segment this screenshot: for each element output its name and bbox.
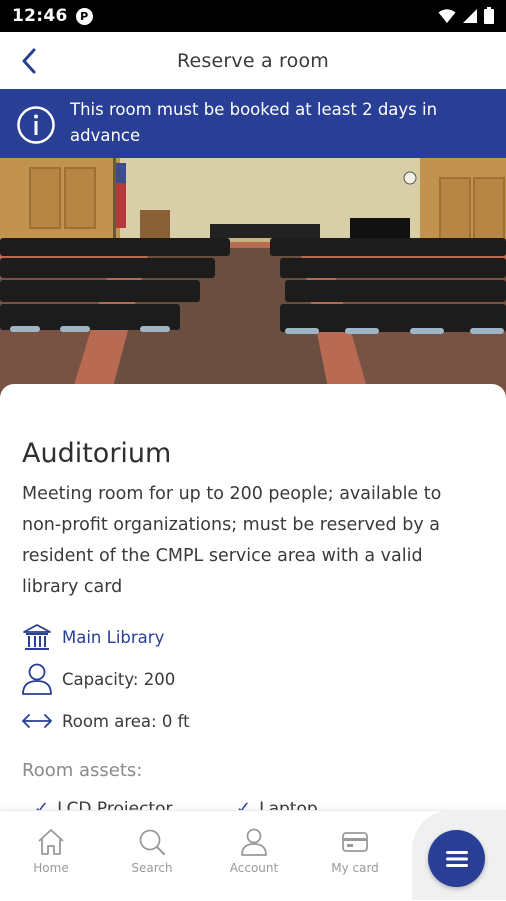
status-time: 12:46 [12,6,68,26]
nav-home-label: Home [33,861,69,875]
auditorium-photo [0,158,506,398]
room-description: Meeting room for up to 200 people; avail… [22,484,442,597]
capacity-text: Capacity: 200 [62,669,176,689]
status-icons [438,7,494,24]
nav-account-label: Account [229,861,279,875]
nav-search[interactable]: Search [112,827,192,875]
search-icon [139,829,165,855]
nav-home[interactable]: Home [11,827,91,875]
cell-signal-icon [463,8,477,23]
app-notification-icon: P [75,7,93,25]
nav-my-card-label: My card [331,861,379,875]
nav-account[interactable]: Account [214,827,294,875]
room-title: Auditorium [22,438,172,470]
library-building-icon [20,620,54,654]
page-title: Reserve a room [176,49,330,72]
chevron-left-icon [22,48,36,74]
nav-my-card[interactable]: My card [315,827,395,875]
hamburger-menu-icon [445,850,468,867]
card-icon [342,832,368,852]
home-icon [38,829,64,855]
room-details-card: Auditorium Meeting room for up to 200 pe… [0,384,506,824]
room-photo [0,158,506,398]
horizontal-arrows-icon [20,704,54,738]
nav-search-label: Search [131,861,173,875]
booking-notice-banner: This room must be booked at least 2 days… [0,89,506,158]
room-area-text: Room area: 0 ft [62,711,190,731]
wifi-icon [438,8,456,23]
room-assets-heading: Room assets: [22,760,143,781]
menu-button[interactable] [428,830,485,887]
room-location-row[interactable]: Main Library [20,620,164,654]
menu-fab-container [412,810,506,900]
info-icon [17,106,55,144]
person-icon [20,662,54,696]
booking-notice-text: This room must be booked at least 2 days… [70,100,438,145]
main-library-link[interactable]: Main Library [62,628,164,647]
account-icon [241,828,267,856]
room-capacity-row: Capacity: 200 [20,662,175,696]
battery-icon [484,7,494,24]
back-button[interactable] [12,44,46,78]
app-header: Reserve a room [0,32,506,89]
room-area-row: Room area: 0 ft [20,704,190,738]
status-bar: 12:46 P [0,0,506,32]
